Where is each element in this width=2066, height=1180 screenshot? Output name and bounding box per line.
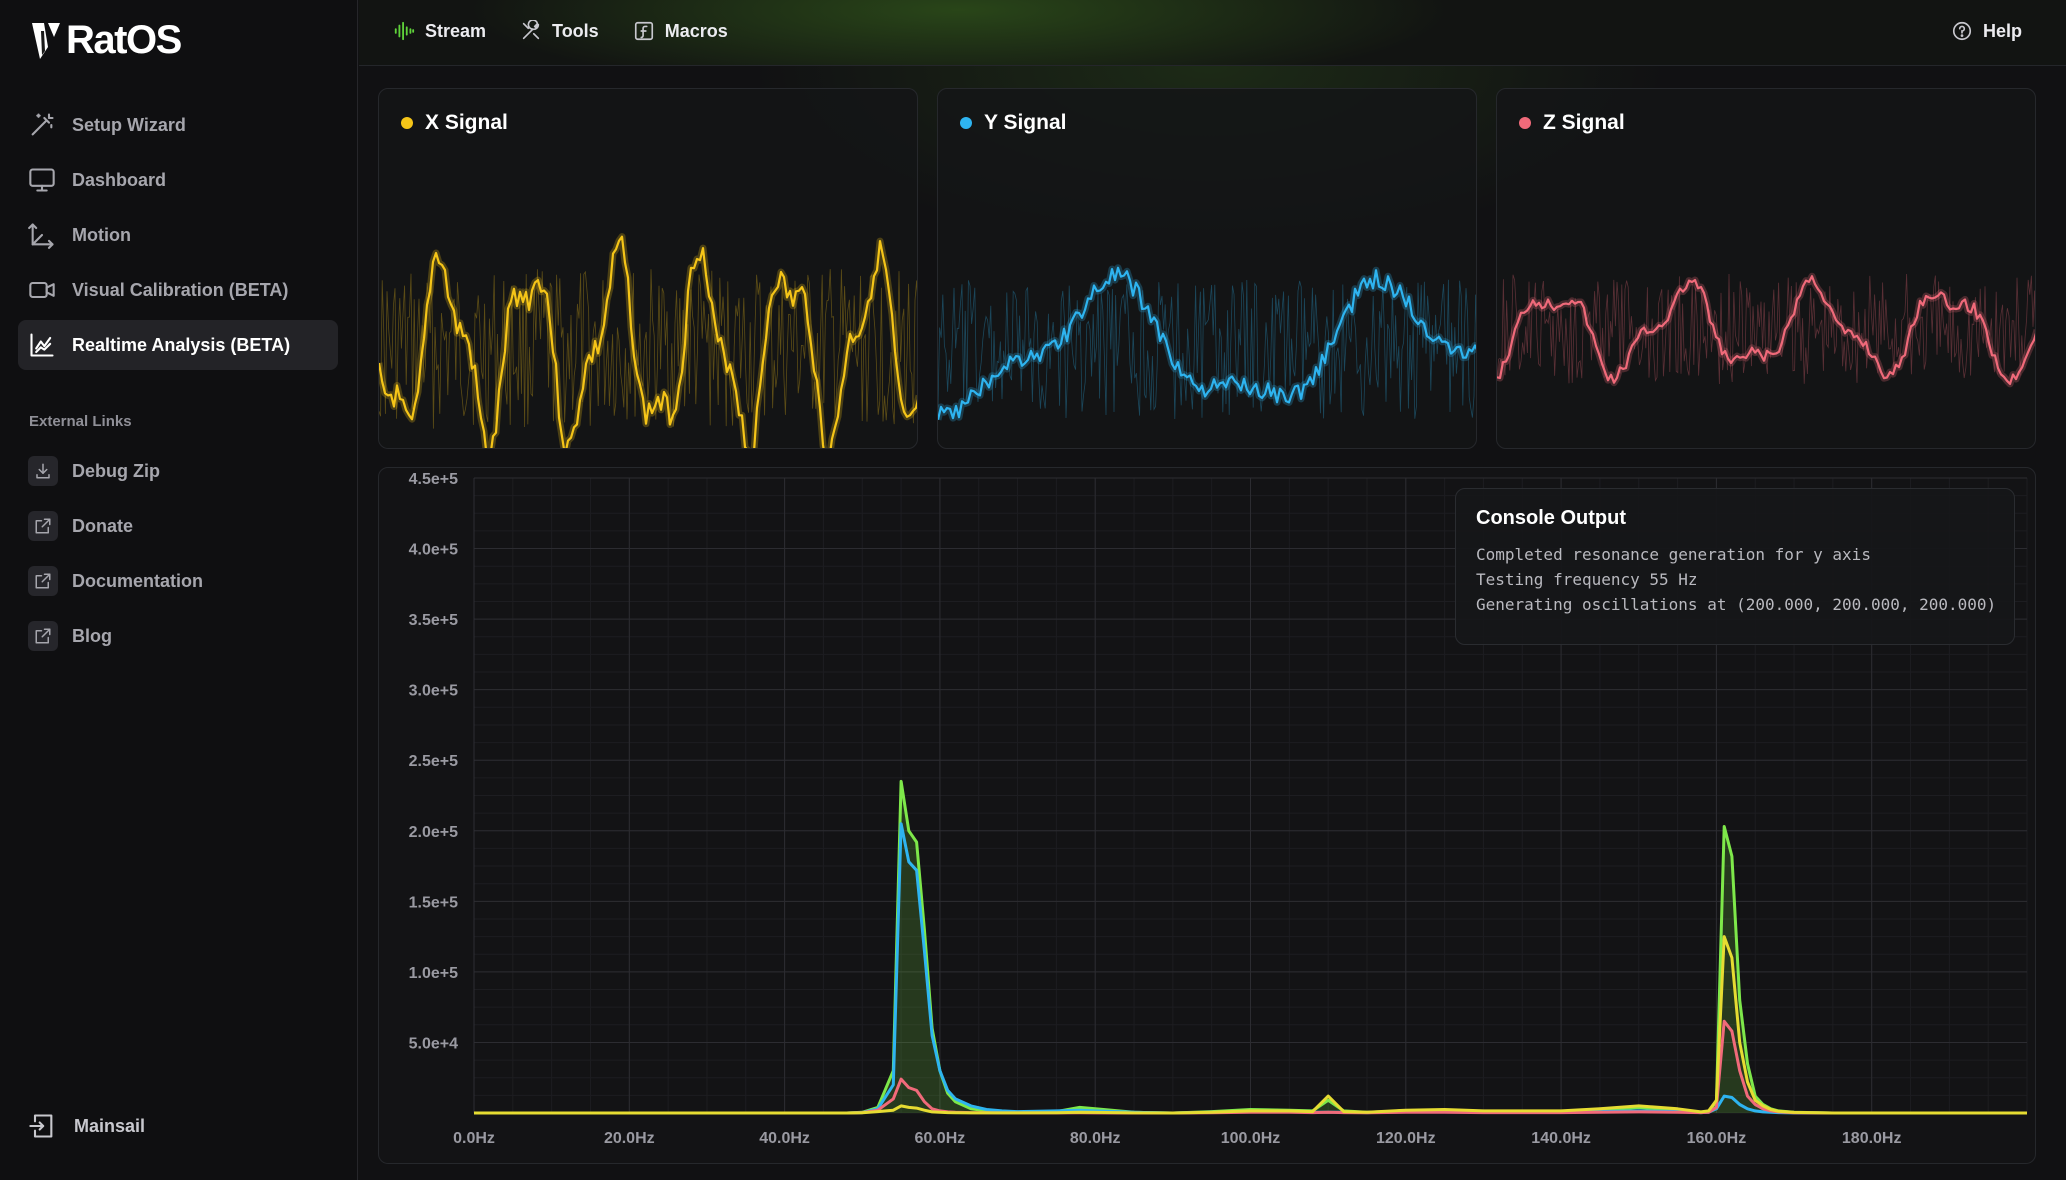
- tab-label: Tools: [552, 20, 599, 41]
- tab-label: Stream: [425, 20, 487, 41]
- nav-label: Visual Calibration (BETA): [72, 279, 289, 300]
- x-signal-title: X Signal: [401, 111, 508, 135]
- x-tick-label: 120.0Hz: [1376, 1130, 1436, 1147]
- x-signal-waveform: [379, 233, 917, 448]
- tab-macros[interactable]: Macros: [633, 20, 728, 42]
- y-signal-card: Y Signal: [937, 88, 1477, 449]
- x-tick-label: 100.0Hz: [1221, 1130, 1281, 1147]
- z-signal-label: Z Signal: [1543, 111, 1625, 134]
- console-line: Generating oscillations at (200.000, 200…: [1476, 595, 1997, 614]
- x-tick-label: 80.0Hz: [1070, 1130, 1121, 1147]
- app-name: RatOS: [66, 18, 182, 62]
- tab-tools[interactable]: Tools: [520, 20, 599, 42]
- nav-label: Realtime Analysis (BETA): [72, 334, 291, 355]
- mainsail-link[interactable]: Mainsail: [28, 1112, 145, 1140]
- top-tabs: Stream Tools Macros: [393, 20, 728, 42]
- sidebar: RatOS Setup Wizard Dashboard Motion Visu…: [0, 0, 358, 1180]
- function-icon: [634, 21, 653, 41]
- z-signal-dot: [1519, 117, 1531, 129]
- external-link-icon: [35, 518, 51, 534]
- ext-label: Documentation: [72, 570, 204, 591]
- ext-item-blog[interactable]: Blog: [18, 611, 338, 661]
- console-line: Testing frequency 55 Hz: [1476, 570, 1698, 589]
- nav-item-setup-wizard[interactable]: Setup Wizard: [18, 100, 338, 150]
- x-tick-label: 160.0Hz: [1687, 1130, 1747, 1147]
- z-signal-waveform: [1497, 272, 2035, 388]
- z-signal-noise: [1497, 273, 2035, 385]
- console-line: Completed resonance generation for y axi…: [1476, 545, 1871, 564]
- nav-item-realtime-analysis[interactable]: Realtime Analysis (BETA): [18, 320, 338, 370]
- ratos-logo[interactable]: RatOS: [30, 18, 182, 63]
- z-signal-card: Z Signal: [1496, 88, 2036, 449]
- icon-box: [28, 621, 58, 651]
- x-tick-label: 20.0Hz: [604, 1130, 655, 1147]
- external-links-heading: External Links: [29, 413, 132, 430]
- ext-label: Donate: [72, 515, 134, 536]
- y-signal-label: Y Signal: [984, 111, 1067, 134]
- chart-icon: [30, 333, 54, 357]
- external-links: Debug Zip Donate Documentation Blog: [18, 446, 338, 666]
- x-tick-label: 180.0Hz: [1842, 1130, 1902, 1147]
- tab-label: Macros: [664, 20, 728, 41]
- help-button[interactable]: Help: [1951, 20, 2022, 42]
- x-tick-label: 0.0Hz: [453, 1130, 495, 1147]
- main-nav: Setup Wizard Dashboard Motion Visual Cal…: [18, 100, 338, 375]
- monitor-icon: [29, 168, 55, 192]
- magic-wand-icon: [31, 113, 54, 136]
- ext-item-donate[interactable]: Donate: [18, 501, 338, 551]
- y-signal-dot: [960, 117, 972, 129]
- icon-box: [28, 566, 58, 596]
- tools-icon: [522, 20, 540, 40]
- external-link-icon: [35, 628, 51, 644]
- camera-icon: [29, 281, 55, 299]
- nav-item-dashboard[interactable]: Dashboard: [18, 155, 338, 205]
- ext-item-documentation[interactable]: Documentation: [18, 556, 338, 606]
- ratos-logo-icon: [32, 22, 60, 59]
- console-output-panel: Console Output Completed resonance gener…: [1455, 488, 2015, 645]
- external-link-icon: [35, 573, 51, 589]
- y-tick-label: 3.0e+5: [409, 683, 458, 700]
- y-tick-label: 4.0e+5: [409, 542, 458, 559]
- y-tick-label: 5.0e+4: [409, 1035, 458, 1052]
- axis-icon: [28, 223, 54, 249]
- top-bar: Stream Tools Macros Help: [359, 0, 2066, 66]
- y-signal-waveform: [938, 264, 1476, 422]
- ext-label: Debug Zip: [72, 460, 160, 481]
- ext-label: Blog: [72, 625, 112, 646]
- frequency-response-card: 0.0Hz 20.0Hz 40.0Hz 60.0Hz 80.0Hz 100.0Hz 120.…: [378, 467, 2036, 1164]
- x-tick-label: 60.0Hz: [915, 1130, 966, 1147]
- exit-icon: [29, 1114, 53, 1138]
- download-icon: [36, 463, 50, 479]
- help-icon: [1952, 21, 1972, 41]
- x-tick-label: 140.0Hz: [1531, 1130, 1591, 1147]
- nav-label: Motion: [72, 224, 131, 245]
- console-title: Console Output: [1476, 507, 1626, 529]
- nav-label: Setup Wizard: [72, 114, 186, 135]
- nav-label: Dashboard: [72, 169, 167, 190]
- tab-stream[interactable]: Stream: [393, 20, 486, 42]
- x-signal-label: X Signal: [425, 111, 508, 134]
- nav-item-motion[interactable]: Motion: [18, 210, 338, 260]
- y-tick-label: 2.5e+5: [409, 753, 458, 770]
- z-signal-title: Z Signal: [1519, 111, 1625, 135]
- y-signal-title: Y Signal: [960, 111, 1066, 135]
- help-label: Help: [1982, 20, 2022, 41]
- icon-box: [28, 456, 58, 486]
- waveform-icon: [394, 21, 415, 41]
- icon-box: [28, 511, 58, 541]
- y-tick-label: 3.5e+5: [409, 612, 458, 629]
- y-tick-label: 4.5e+5: [409, 471, 458, 488]
- y-tick-label: 2.0e+5: [409, 824, 458, 841]
- x-signal-dot: [401, 117, 413, 129]
- x-tick-label: 40.0Hz: [759, 1130, 810, 1147]
- y-tick-label: 1.0e+5: [409, 965, 458, 982]
- ext-item-debug-zip[interactable]: Debug Zip: [18, 446, 338, 496]
- mainsail-label: Mainsail: [74, 1115, 146, 1136]
- y-tick-label: 1.5e+5: [409, 894, 458, 911]
- nav-item-visual-calibration[interactable]: Visual Calibration (BETA): [18, 265, 338, 315]
- x-signal-card: X Signal: [378, 88, 918, 449]
